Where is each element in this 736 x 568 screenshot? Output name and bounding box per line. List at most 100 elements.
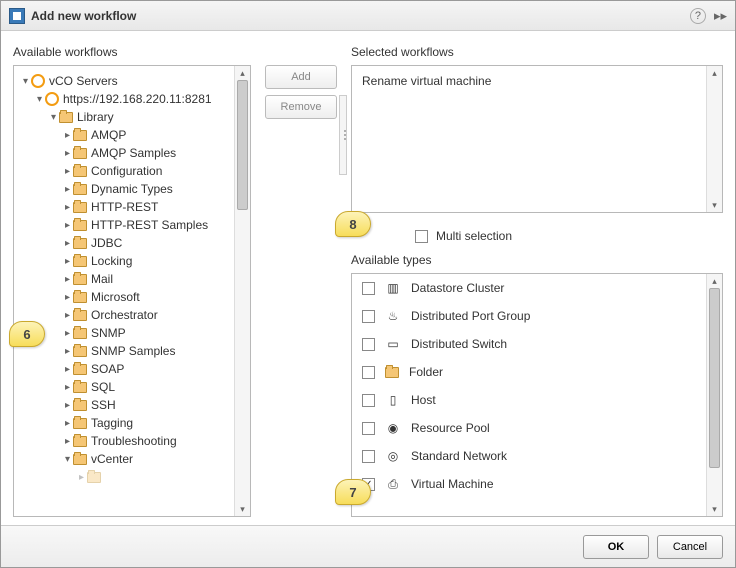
tree-item-jdbc[interactable]: ▸JDBC — [18, 234, 230, 252]
twist-icon[interactable]: ▾ — [20, 76, 31, 87]
selected-list[interactable]: Rename virtual machine — [352, 66, 706, 212]
type-checkbox[interactable] — [362, 338, 375, 351]
selected-scrollbar[interactable]: ▴ ▾ — [706, 66, 722, 212]
workflow-tree[interactable]: ▾vCO Servers▾https://192.168.220.11:8281… — [14, 66, 234, 516]
type-icon: ◎ — [385, 448, 401, 464]
selected-item[interactable]: Rename virtual machine — [362, 74, 696, 88]
tree-item-vcenter[interactable]: ▾ vCenter — [18, 450, 230, 468]
collapser-handle[interactable] — [339, 95, 347, 175]
type-checkbox[interactable] — [362, 366, 375, 379]
type-icon: ▯ — [385, 392, 401, 408]
twist-icon[interactable]: ▸ — [62, 400, 73, 411]
twist-icon[interactable]: ▸ — [62, 220, 73, 231]
type-row-virtual-machine[interactable]: ✓⎙Virtual Machine — [352, 470, 706, 498]
tree-root[interactable]: ▾vCO Servers — [18, 72, 230, 90]
tree-item-amqp-samples[interactable]: ▸AMQP Samples — [18, 144, 230, 162]
tree-item-soap[interactable]: ▸SOAP — [18, 360, 230, 378]
type-checkbox[interactable] — [362, 422, 375, 435]
expand-icon[interactable]: ▸▸ — [714, 8, 727, 24]
twist-icon[interactable]: ▸ — [62, 310, 73, 321]
available-types-label: Available types — [351, 253, 723, 267]
tree-item-snmp[interactable]: ▸SNMP — [18, 324, 230, 342]
tree-label: SQL — [91, 380, 115, 394]
twist-icon[interactable]: ▸ — [62, 202, 73, 213]
type-row-distributed-switch[interactable]: ▭Distributed Switch — [352, 330, 706, 358]
twist-icon[interactable]: ▸ — [62, 436, 73, 447]
help-icon[interactable]: ? — [690, 8, 706, 24]
twist-icon[interactable]: ▸ — [62, 418, 73, 429]
twist-icon[interactable]: ▸ — [62, 364, 73, 375]
twist-icon[interactable]: ▸ — [62, 256, 73, 267]
folder-icon — [73, 184, 87, 195]
twist-icon[interactable]: ▸ — [62, 292, 73, 303]
twist-icon[interactable]: ▾ — [48, 112, 59, 123]
folder-icon — [73, 454, 87, 465]
tree-label: Mail — [91, 272, 113, 286]
multi-selection-checkbox[interactable] — [415, 230, 428, 243]
type-row-distributed-port-group[interactable]: ♨ Distributed Port Group — [352, 302, 706, 330]
type-row-host[interactable]: ▯Host — [352, 386, 706, 414]
tree-server[interactable]: ▾https://192.168.220.11:8281 — [18, 90, 230, 108]
twist-icon[interactable]: ▸ — [62, 382, 73, 393]
twist-icon[interactable]: ▸ — [62, 328, 73, 339]
tree-label: HTTP-REST Samples — [91, 218, 208, 232]
tree-item-amqp[interactable]: ▸ AMQP — [18, 126, 230, 144]
twist-icon[interactable]: ▸ — [62, 184, 73, 195]
type-row-resource-pool[interactable]: ◉Resource Pool — [352, 414, 706, 442]
tree-item-snmp-samples[interactable]: ▸SNMP Samples — [18, 342, 230, 360]
tree-label: vCenter — [91, 452, 133, 466]
twist-icon[interactable]: ▸ — [62, 274, 73, 285]
callout-7: 7 — [335, 479, 371, 505]
server-root-icon — [31, 74, 45, 88]
type-checkbox[interactable] — [362, 282, 375, 295]
type-checkbox[interactable] — [362, 394, 375, 407]
tree-label: AMQP — [91, 128, 126, 142]
type-icon: ♨ — [385, 308, 401, 324]
twist-icon[interactable]: ▸ — [62, 346, 73, 357]
twist-icon[interactable]: ▸ — [62, 130, 73, 141]
type-row-standard-network[interactable]: ◎Standard Network — [352, 442, 706, 470]
twist-icon[interactable]: ▸ — [62, 148, 73, 159]
tree-item-sql[interactable]: ▸ SQL — [18, 378, 230, 396]
tree-item-dynamic-types[interactable]: ▸Dynamic Types — [18, 180, 230, 198]
available-workflows-label: Available workflows — [13, 45, 251, 59]
twist-icon[interactable]: ▸ — [62, 238, 73, 249]
multi-selection-label: Multi selection — [436, 229, 512, 243]
selected-workflows-label: Selected workflows — [351, 45, 723, 59]
tree-item-troubleshooting[interactable]: ▸ Troubleshooting — [18, 432, 230, 450]
type-checkbox[interactable] — [362, 310, 375, 323]
folder-icon — [73, 400, 87, 411]
add-workflow-dialog: Add new workflow ? ▸▸ 6 7 8 Available wo… — [0, 0, 736, 568]
twist-icon[interactable]: ▾ — [34, 94, 45, 105]
tree-item-locking[interactable]: ▸Locking — [18, 252, 230, 270]
folder-icon — [73, 148, 87, 159]
twist-icon[interactable]: ▾ — [62, 454, 73, 465]
tree-item-tagging[interactable]: ▸Tagging — [18, 414, 230, 432]
tree-label: Troubleshooting — [91, 434, 177, 448]
folder-icon — [73, 382, 87, 393]
add-button[interactable]: Add — [265, 65, 337, 89]
remove-button[interactable]: Remove — [265, 95, 337, 119]
tree-item-ssh[interactable]: ▸SSH — [18, 396, 230, 414]
types-list[interactable]: ▥Datastore Cluster ♨ Distributed Port Grou… — [352, 274, 706, 516]
type-row-folder[interactable]: Folder — [352, 358, 706, 386]
type-checkbox[interactable] — [362, 450, 375, 463]
cancel-button[interactable]: Cancel — [657, 535, 723, 559]
mid-buttons: Add Remove — [261, 45, 341, 517]
type-label: Distributed Port Group — [411, 309, 530, 323]
tree-item-microsoft[interactable]: ▸Microsoft — [18, 288, 230, 306]
types-scrollbar[interactable]: ▴ ▾ — [706, 274, 722, 516]
tree-library[interactable]: ▾Library — [18, 108, 230, 126]
twist-icon[interactable]: ▸ — [62, 166, 73, 177]
tree-item-http-rest-samples[interactable]: ▸ HTTP-REST Samples — [18, 216, 230, 234]
tree-scrollbar[interactable]: ▴ ▾ — [234, 66, 250, 516]
tree-item-mail[interactable]: ▸ Mail — [18, 270, 230, 288]
tree-item-configuration[interactable]: ▸Configuration — [18, 162, 230, 180]
tree-item-http-rest[interactable]: ▸HTTP-REST — [18, 198, 230, 216]
folder-icon — [73, 256, 87, 267]
ok-button[interactable]: OK — [583, 535, 649, 559]
tree-item-orchestrator[interactable]: ▸Orchestrator — [18, 306, 230, 324]
type-label: Folder — [409, 365, 443, 379]
tree-item-cutoff[interactable]: ▸ — [18, 468, 230, 486]
type-row-datastore-cluster[interactable]: ▥Datastore Cluster — [352, 274, 706, 302]
